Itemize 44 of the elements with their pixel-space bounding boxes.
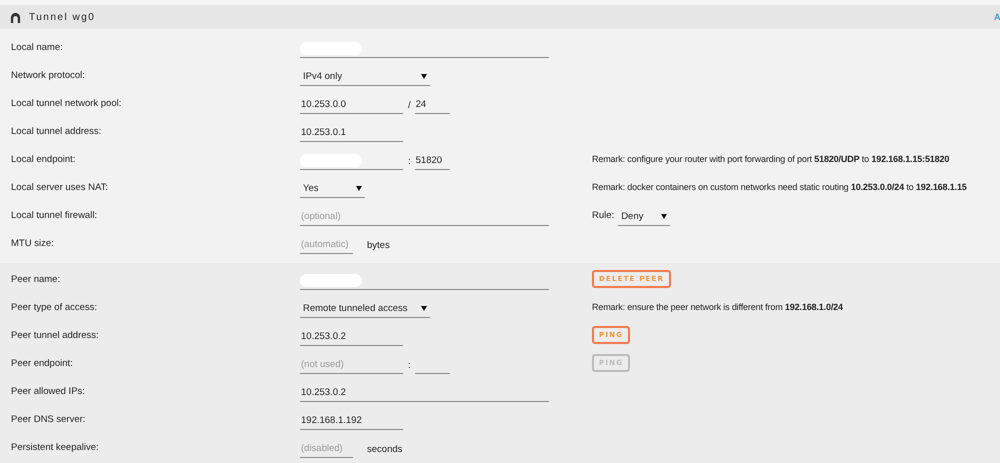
input-field[interactable]: 24 — [414, 96, 450, 114]
input-field[interactable]: 10.253.0.1 — [300, 124, 403, 142]
field-label: Local tunnel address: — [10, 126, 102, 136]
input-field[interactable]: 192.168.1.192 — [300, 412, 403, 430]
caret-icon — [661, 214, 668, 219]
field-label: Local server uses NAT: — [10, 182, 109, 192]
field-label: Network protocol: — [10, 70, 86, 80]
rule-label: Rule: — [592, 210, 614, 220]
separator-text: / — [408, 100, 411, 110]
input-field[interactable]: 51820 — [414, 152, 450, 170]
field-label: Peer tunnel address: — [10, 330, 100, 340]
select-field[interactable]: Yes — [300, 180, 365, 198]
unit-text: seconds — [367, 444, 402, 454]
field-label: Peer allowed IPs: — [10, 386, 86, 396]
field-label: Peer name: — [10, 274, 62, 284]
field-label: Local endpoint: — [10, 154, 76, 164]
separator-text: : — [408, 156, 411, 166]
field-label: Local name: — [10, 42, 64, 52]
panel-title: Tunnel wg0 — [29, 12, 96, 22]
select-field[interactable]: IPv4 only — [300, 68, 430, 86]
input-field[interactable] — [300, 40, 549, 58]
input-field[interactable]: 10.253.0.0 — [300, 96, 403, 114]
caret-icon — [356, 186, 362, 191]
remark-text: Remark: docker containers on custom networks need static routing 10.253.0.0/24 to 192.168.1.15 — [592, 182, 967, 192]
remark-text: Remark: configure your router with port forwarding of port 51820/UDP to 192.168.1.15:51820 — [592, 154, 950, 164]
remark-text: Remark: ensure the peer network is different from 192.168.1.0/24 — [592, 302, 843, 312]
field-label: Local tunnel firewall: — [10, 210, 98, 220]
tunnel-icon — [10, 12, 21, 22]
field-label: Peer DNS server: — [10, 414, 86, 424]
input-field[interactable] — [300, 272, 549, 290]
field-label: Peer endpoint: — [10, 358, 74, 368]
separator-text: : — [408, 360, 411, 370]
input-field[interactable]: 10.253.0.2 — [300, 328, 403, 346]
field-label: Local tunnel network pool: — [10, 98, 122, 108]
caret-icon — [421, 306, 427, 311]
field-label: Persistent keepalive: — [10, 442, 100, 452]
input-field[interactable] — [300, 152, 403, 170]
caret-icon — [421, 74, 427, 79]
input-field[interactable]: 10.253.0.2 — [300, 384, 549, 402]
field-label: Peer type of access: — [10, 302, 98, 312]
rule-select[interactable]: Deny — [618, 208, 670, 226]
select-field[interactable]: Remote tunneled access — [300, 300, 430, 318]
field-label: MTU size: — [10, 238, 55, 248]
unit-text: bytes — [367, 240, 390, 250]
